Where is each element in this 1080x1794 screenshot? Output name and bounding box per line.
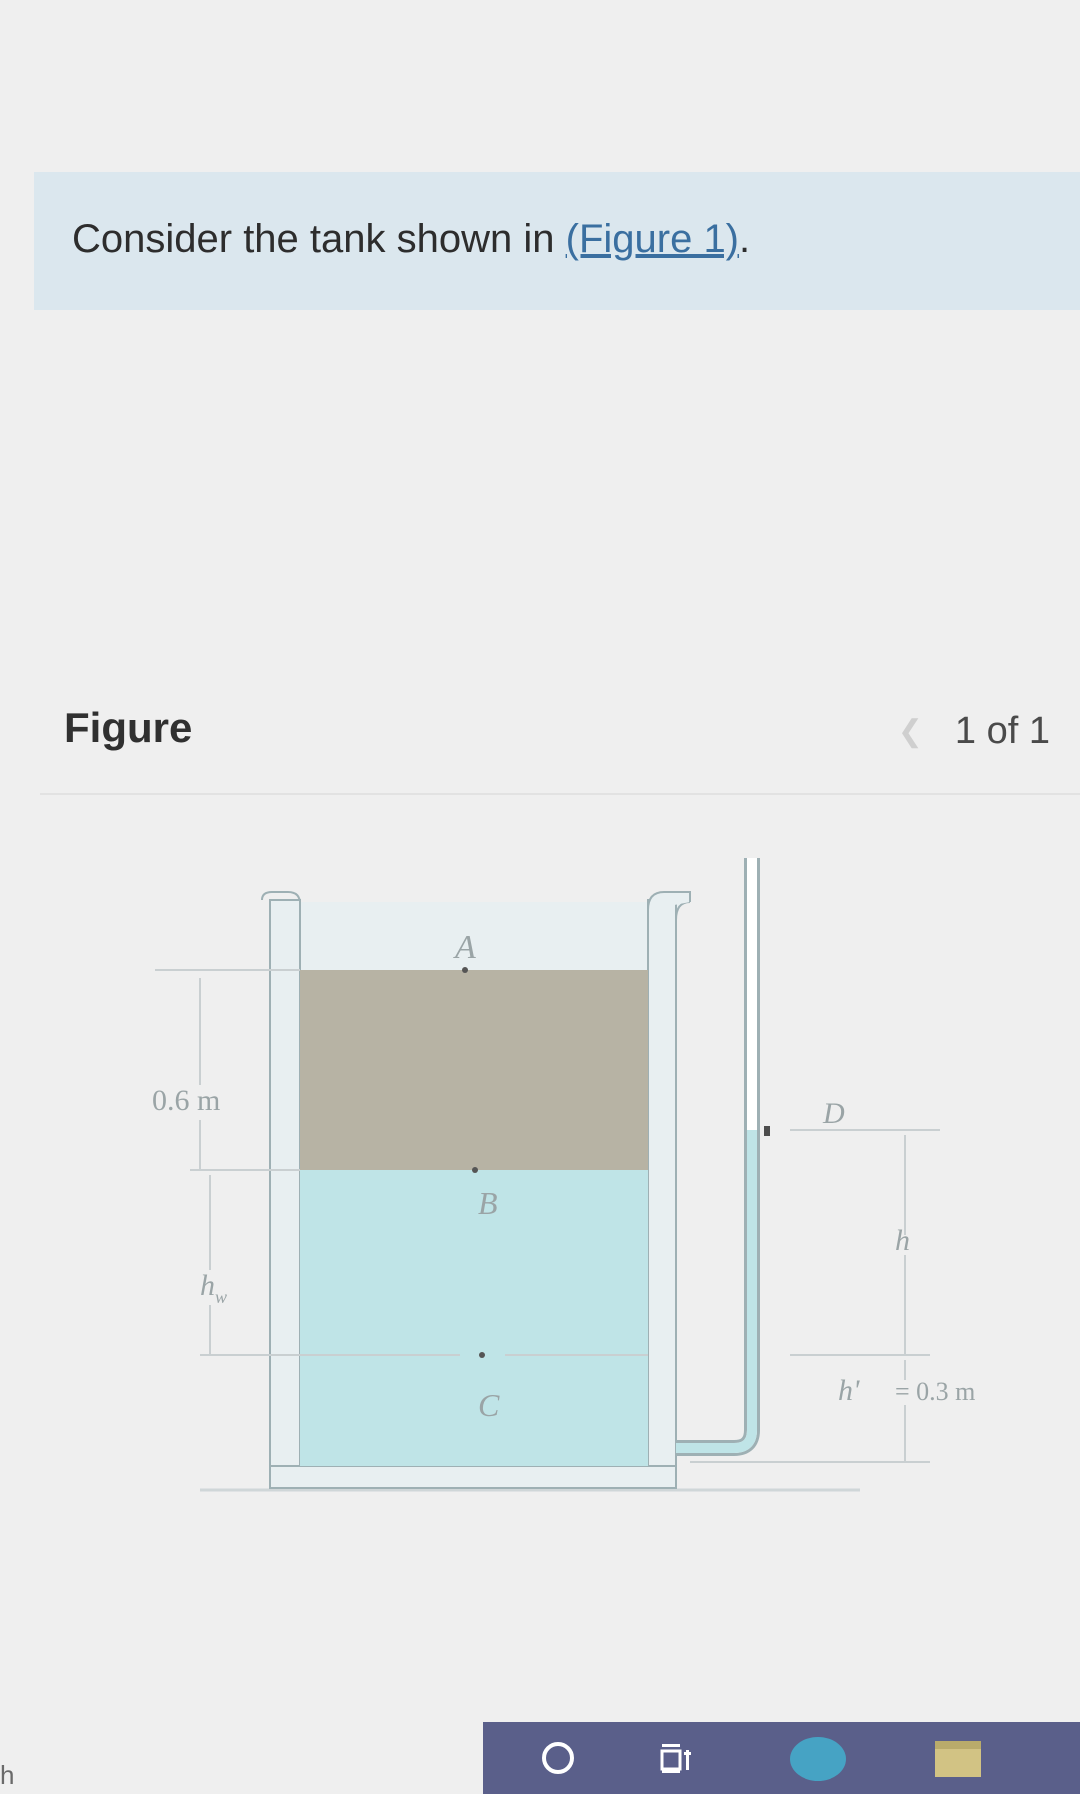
label-b: B [478, 1185, 498, 1221]
piezometer-marker [764, 1126, 770, 1136]
app-window-icon [935, 1741, 981, 1777]
piezometer-inner [676, 858, 757, 1453]
label-h: h [895, 1224, 910, 1257]
point-a-dot [462, 967, 468, 973]
tank-right-wall [647, 899, 677, 1488]
point-b-dot [472, 1167, 478, 1173]
water-layer [300, 1170, 648, 1466]
task-view-icon [660, 1744, 691, 1773]
intro-text-after: . [739, 217, 751, 261]
cortana-button[interactable] [523, 1722, 593, 1794]
label-hw: hw [200, 1269, 227, 1307]
pagination-text: 1 of 1 [954, 710, 1050, 752]
chevron-left-icon[interactable]: ❮ [898, 714, 923, 749]
label-top-depth: 0.6 m [152, 1084, 220, 1117]
taskbar [483, 1722, 1080, 1794]
piezometer-water [676, 1130, 757, 1453]
tank-left-wall [269, 899, 301, 1488]
intro-box: Consider the tank shown in (Figure 1). [34, 172, 1080, 310]
intro-text-before: Consider the tank shown in [72, 217, 566, 261]
label-d: D [822, 1097, 845, 1130]
label-h-prime: h' [838, 1374, 860, 1407]
figure-pager: ❮ 1 of 1 [898, 710, 1050, 753]
tank-bottom-wall [269, 1465, 677, 1489]
label-c: C [478, 1387, 500, 1423]
figure-link[interactable]: (Figure 1) [566, 217, 739, 261]
task-view-button[interactable] [643, 1722, 713, 1794]
oil-layer [300, 970, 648, 1170]
app-blob-icon [790, 1737, 846, 1781]
label-h-prime-value: = 0.3 m [895, 1377, 975, 1406]
piezometer-tube [676, 858, 760, 1456]
app-button-2[interactable] [923, 1722, 993, 1794]
figure-divider [40, 793, 1080, 795]
point-c-dot [479, 1352, 485, 1358]
intro-text: Consider the tank shown in (Figure 1). [72, 217, 750, 262]
figure-heading: Figure [64, 704, 193, 751]
tank-diagram: A B C D 0.6 m hw h h' = 0.3 m [152, 858, 975, 1492]
edge-text: h [0, 1760, 15, 1790]
app-button-1[interactable] [783, 1722, 853, 1794]
circle-icon [542, 1742, 574, 1774]
label-a: A [453, 929, 476, 966]
